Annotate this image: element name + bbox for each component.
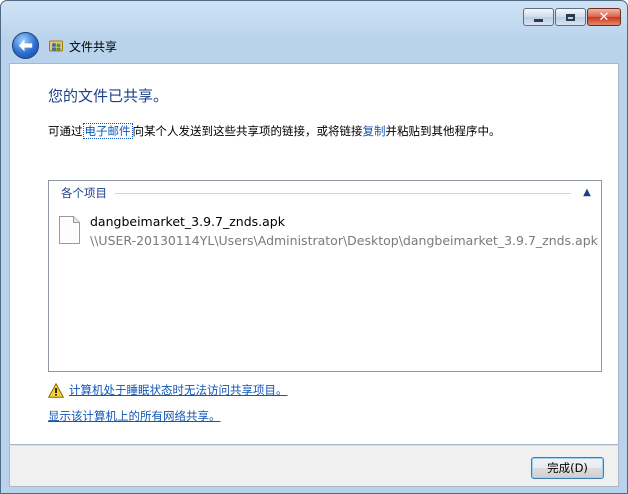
chevron-up-icon[interactable]: ▲ [581,187,593,199]
close-button[interactable]: ✕ [587,8,621,26]
page-heading: 您的文件已共享。 [48,87,169,105]
group-divider [115,192,571,194]
caption-buttons: ✕ [523,8,621,26]
sleep-warning[interactable]: 计算机处于睡眠状态时无法访问共享项目。 [48,382,288,398]
back-arrow-icon [18,39,33,52]
group-label: 各个项目 [61,186,107,200]
file-icon [59,216,80,244]
maximize-button[interactable] [555,8,586,26]
file-name[interactable]: dangbeimarket_3.9.7_znds.apk [90,214,285,229]
maximize-icon [566,13,575,21]
copy-link[interactable]: 复制 [363,124,386,138]
show-network-shares-link[interactable]: 显示该计算机上的所有网络共享。 [48,408,221,424]
warning-icon [48,382,64,398]
shared-items-list[interactable]: 各个项目 ▲ dangbeimarket_3.9.7_znds.apk \\US… [48,180,602,372]
sleep-warning-link[interactable]: 计算机处于睡眠状态时无法访问共享项目。 [69,382,288,398]
group-header[interactable]: 各个项目 ▲ [61,186,593,200]
footer-bar: 完成(D) [9,445,619,487]
file-sharing-window: ✕ 文件共享 您的文件已共享。 可通过 电子邮件 向某个人发送到这些共享项的链接，或… [0,0,628,494]
done-button[interactable]: 完成(D) [531,457,604,479]
desc-middle: 向某个人发送到这些共享项的链接，或将链接 [132,124,363,138]
close-icon: ✕ [598,9,610,25]
email-link[interactable]: 电子邮件 [82,123,133,139]
content-panel: 您的文件已共享。 可通过 电子邮件 向某个人发送到这些共享项的链接，或将链接复制并粘… [9,63,619,445]
users-share-icon [49,40,63,52]
desc-suffix: 并粘贴到其他程序中。 [385,124,501,138]
share-description: 可通过 电子邮件 向某个人发送到这些共享项的链接，或将链接复制并粘贴到其他程序中。 [48,123,501,139]
minimize-icon [534,18,543,22]
minimize-button[interactable] [523,8,554,26]
window-title: 文件共享 [69,40,118,54]
back-button[interactable] [12,32,39,59]
desc-prefix: 可通过 [48,124,83,138]
file-path: \\USER-20130114YL\Users\Administrator\De… [90,233,598,248]
